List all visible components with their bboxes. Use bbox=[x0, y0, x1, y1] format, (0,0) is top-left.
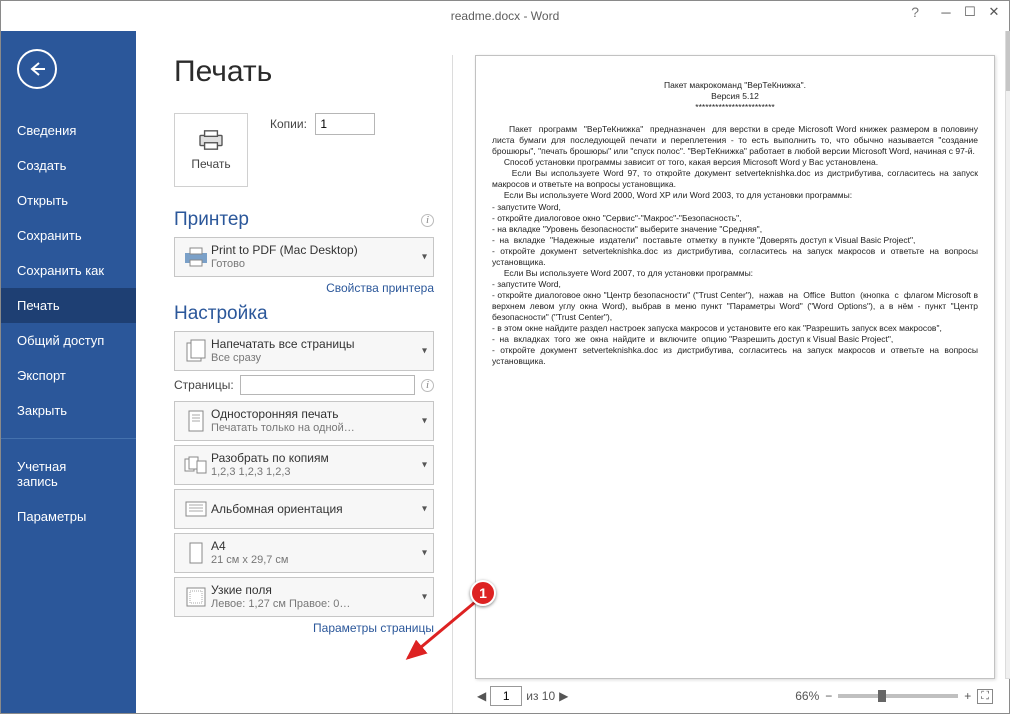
copies-label: Копии: bbox=[270, 117, 307, 131]
menu-info[interactable]: Сведения bbox=[1, 113, 136, 148]
page-number-input[interactable] bbox=[490, 686, 522, 706]
info-icon[interactable]: i bbox=[421, 214, 434, 227]
page-of-label: из 10 bbox=[526, 689, 555, 703]
menu-account[interactable]: Учетная запись bbox=[1, 449, 136, 499]
zoom-slider[interactable] bbox=[838, 694, 958, 698]
collate-icon bbox=[183, 455, 209, 475]
option-print-all[interactable]: Напечатать все страницыВсе сразу ▾ bbox=[174, 331, 434, 371]
printer-status: Готово bbox=[211, 258, 358, 271]
zoom-percent-label: 66% bbox=[795, 689, 819, 703]
printer-name: Print to PDF (Mac Desktop) bbox=[211, 243, 358, 257]
menu-saveas[interactable]: Сохранить как bbox=[1, 253, 136, 288]
zoom-in-button[interactable]: + bbox=[964, 689, 971, 703]
option-simplex[interactable]: Односторонняя печатьПечатать только на о… bbox=[174, 401, 434, 441]
chevron-down-icon: ▾ bbox=[422, 548, 427, 559]
printer-heading: Принтер i bbox=[174, 209, 434, 231]
window-title: readme.docx - Word bbox=[451, 9, 560, 23]
margins-icon bbox=[185, 586, 207, 608]
option-orientation[interactable]: Альбомная ориентация ▾ bbox=[174, 489, 434, 529]
menu-new[interactable]: Создать bbox=[1, 148, 136, 183]
option-margins[interactable]: Узкие поляЛевое: 1,27 см Правое: 0… ▾ bbox=[174, 577, 434, 617]
chevron-down-icon: ▾ bbox=[422, 346, 427, 357]
preview-scrollbar[interactable] bbox=[1005, 31, 1010, 679]
page-setup-link[interactable]: Параметры страницы bbox=[313, 621, 434, 635]
annotation-marker-1: 1 bbox=[470, 580, 496, 606]
info-icon[interactable]: i bbox=[421, 379, 434, 392]
titlebar: readme.docx - Word ? ─ ☐ ✕ bbox=[1, 1, 1009, 31]
option-collate[interactable]: Разобрать по копиям1,2,3 1,2,3 1,2,3 ▾ bbox=[174, 445, 434, 485]
pages-icon bbox=[185, 339, 207, 363]
sidebar: Сведения Создать Открыть Сохранить Сохра… bbox=[1, 31, 136, 713]
menu-print[interactable]: Печать bbox=[1, 288, 136, 323]
print-preview-page: Пакет макрокоманд "ВерТеКнижка". Версия … bbox=[475, 55, 995, 679]
close-button[interactable]: ✕ bbox=[983, 3, 1005, 21]
zoom-fit-button[interactable]: ⛶ bbox=[977, 689, 993, 704]
zoom-out-button[interactable]: − bbox=[825, 689, 832, 703]
maximize-button[interactable]: ☐ bbox=[959, 3, 981, 21]
chevron-down-icon: ▾ bbox=[422, 416, 427, 427]
menu-open[interactable]: Открыть bbox=[1, 183, 136, 218]
print-button[interactable]: Печать bbox=[174, 113, 248, 187]
settings-heading: Настройка bbox=[174, 303, 434, 325]
menu-close[interactable]: Закрыть bbox=[1, 393, 136, 428]
printer-icon bbox=[196, 129, 226, 151]
menu-options[interactable]: Параметры bbox=[1, 499, 136, 534]
chevron-down-icon: ▾ bbox=[422, 252, 427, 263]
print-button-label: Печать bbox=[191, 157, 230, 171]
back-button[interactable] bbox=[17, 49, 57, 89]
chevron-down-icon: ▾ bbox=[422, 592, 427, 603]
option-paper[interactable]: A421 см x 29,7 см ▾ bbox=[174, 533, 434, 573]
menu-share[interactable]: Общий доступ bbox=[1, 323, 136, 358]
minimize-button[interactable]: ─ bbox=[935, 3, 957, 21]
printer-properties-link[interactable]: Свойства принтера bbox=[326, 281, 434, 295]
menu-export[interactable]: Экспорт bbox=[1, 358, 136, 393]
help-icon[interactable]: ? bbox=[911, 4, 919, 20]
page-title: Печать bbox=[174, 55, 434, 89]
chevron-down-icon: ▾ bbox=[422, 460, 427, 471]
page-side-icon bbox=[186, 409, 206, 433]
preview-body: Пакет программ "ВерТеКнижка" предназначе… bbox=[492, 124, 978, 367]
preview-title: Пакет макрокоманд "ВерТеКнижка". bbox=[492, 80, 978, 91]
paper-icon bbox=[187, 541, 205, 565]
menu-save[interactable]: Сохранить bbox=[1, 218, 136, 253]
copies-input[interactable] bbox=[315, 113, 375, 135]
landscape-icon bbox=[184, 500, 208, 518]
pages-label: Страницы: bbox=[174, 378, 234, 392]
preview-sep: ************************ bbox=[492, 102, 978, 113]
prev-page-button[interactable]: ◀ bbox=[477, 689, 486, 703]
printer-device-icon bbox=[183, 247, 209, 267]
preview-version: Версия 5.12 bbox=[492, 91, 978, 102]
printer-selector[interactable]: Print to PDF (Mac Desktop) Готово ▾ bbox=[174, 237, 434, 277]
chevron-down-icon: ▾ bbox=[422, 504, 427, 515]
next-page-button[interactable]: ▶ bbox=[559, 689, 568, 703]
pages-input[interactable] bbox=[240, 375, 415, 395]
